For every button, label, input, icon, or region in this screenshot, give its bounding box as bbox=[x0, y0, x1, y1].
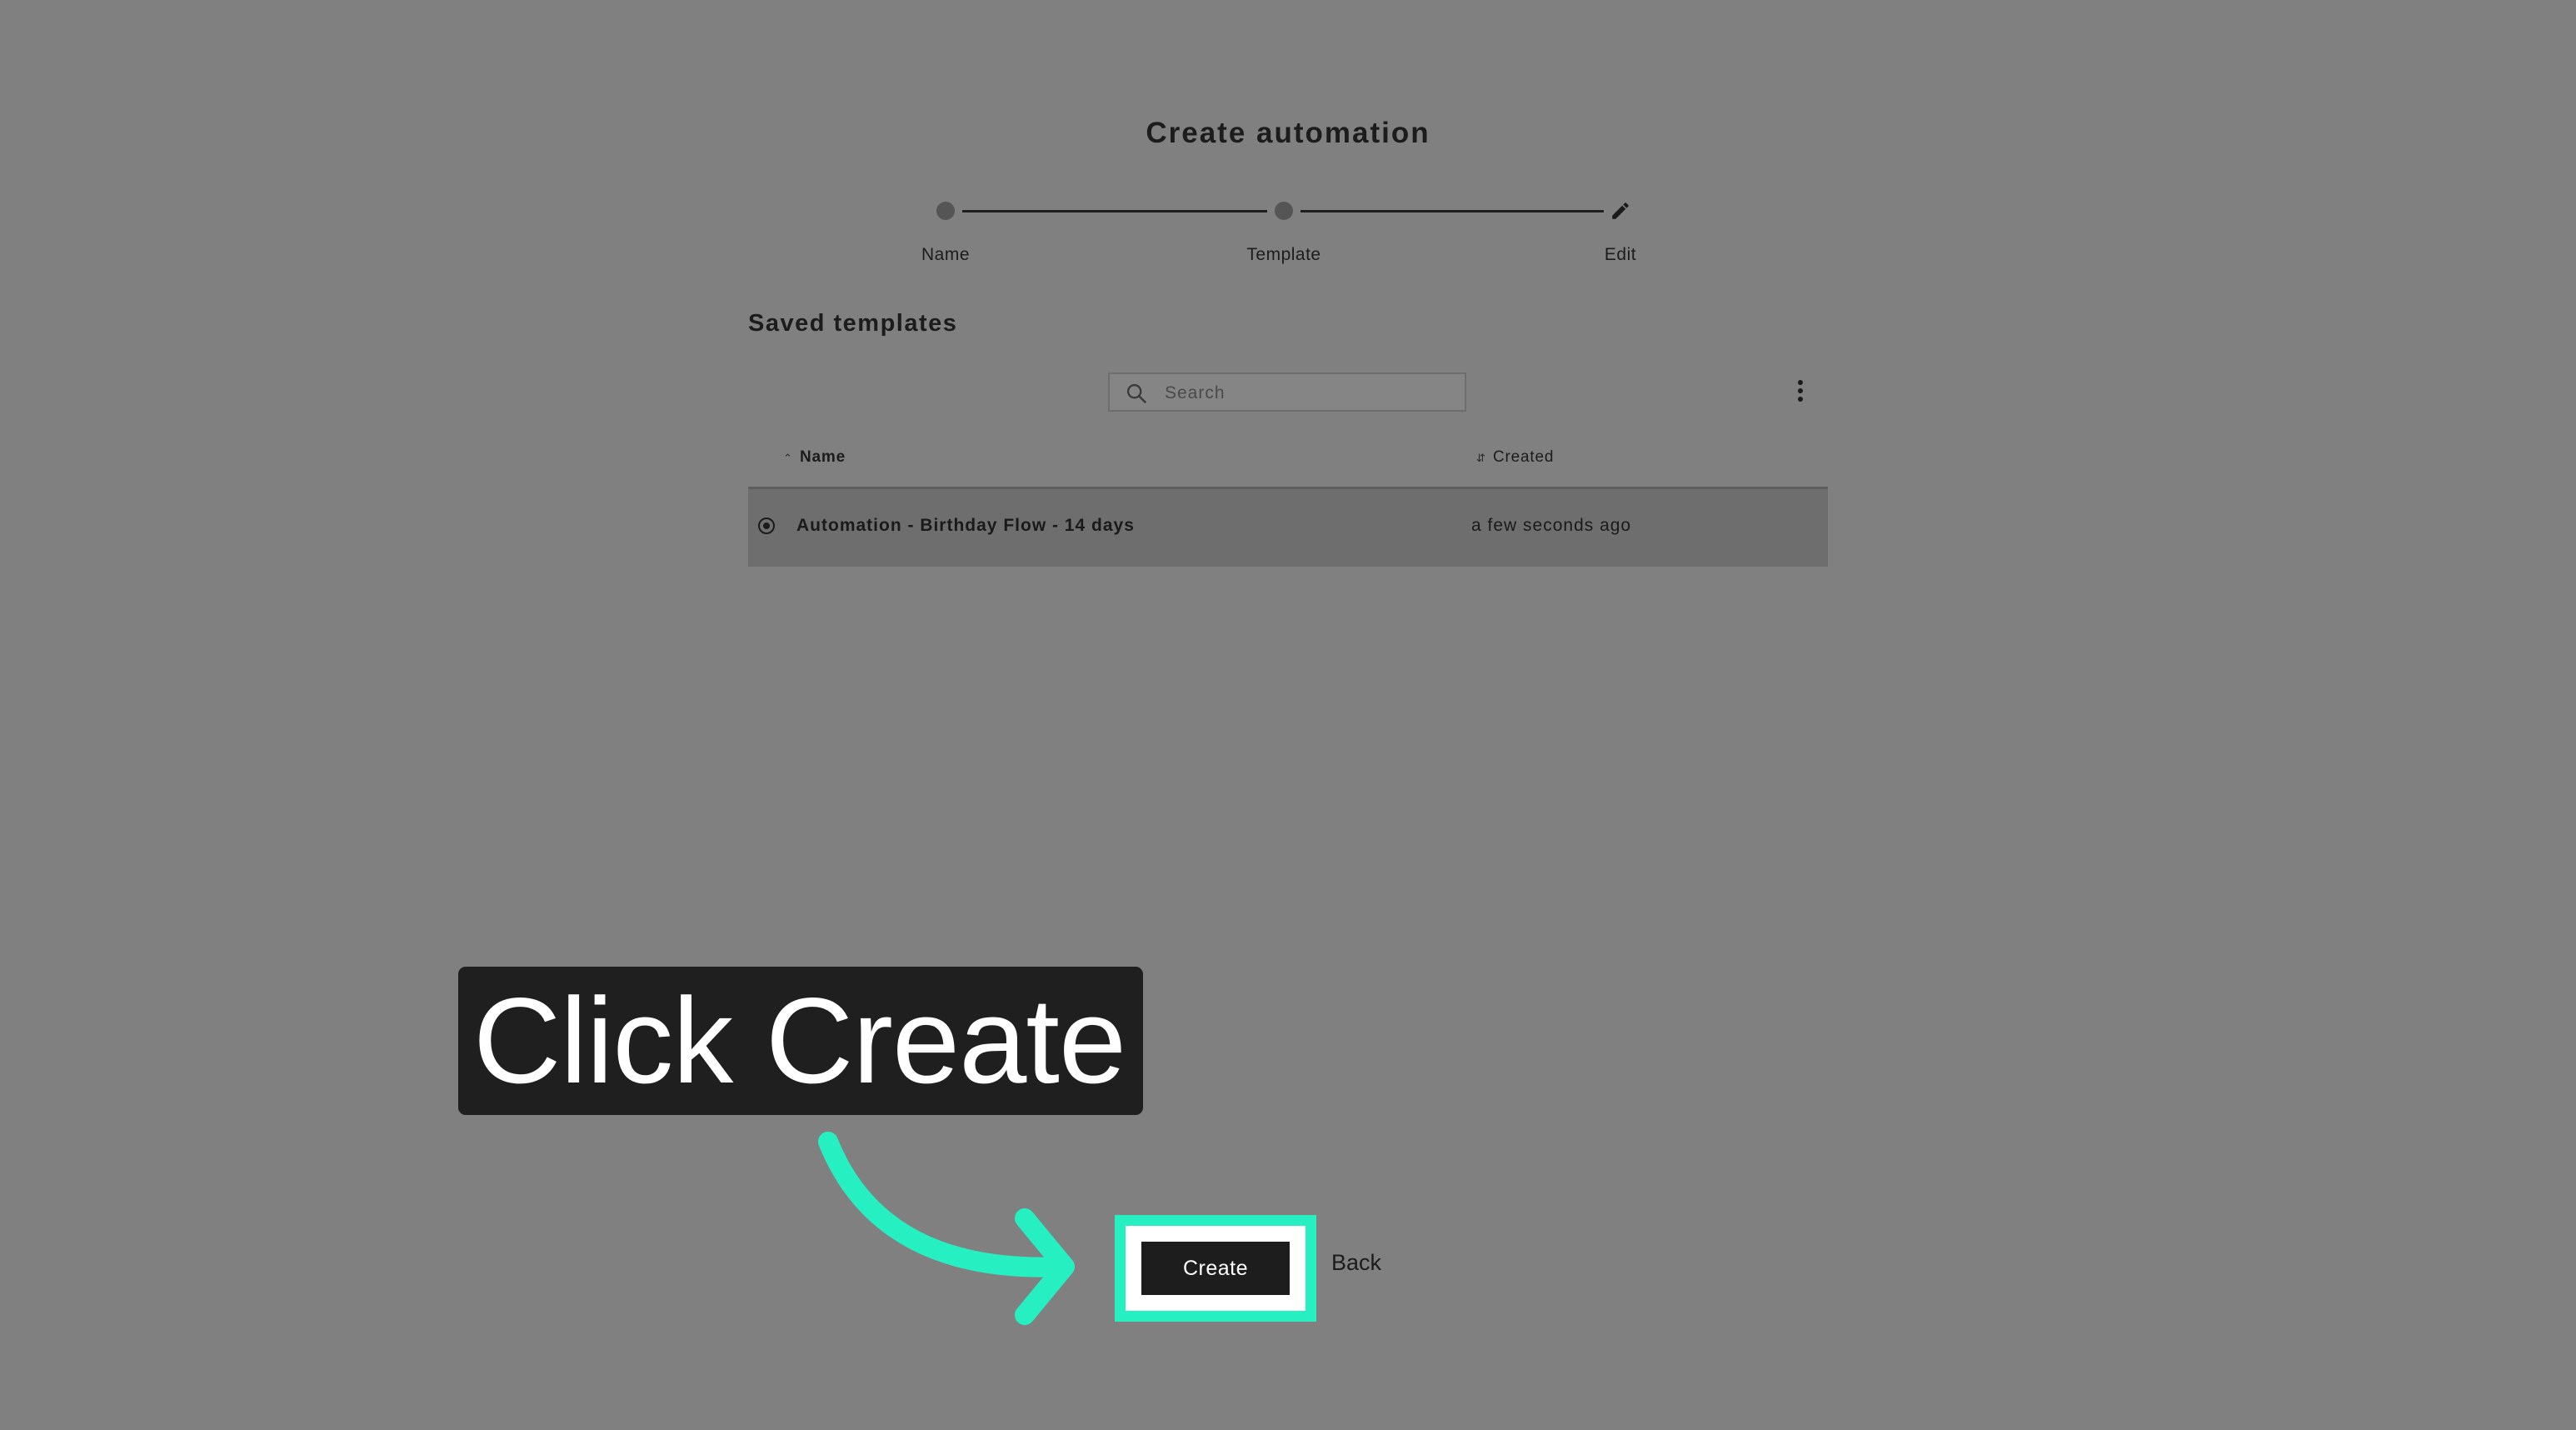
back-button[interactable]: Back bbox=[1331, 1250, 1381, 1276]
row-name: Automation - Birthday Flow - 14 days bbox=[796, 516, 1135, 535]
step-label-name: Name bbox=[921, 245, 971, 264]
step-label-template: Template bbox=[1246, 245, 1321, 264]
search-field[interactable] bbox=[1108, 372, 1466, 412]
page-title: Create automation bbox=[1146, 117, 1430, 149]
create-button[interactable]: Create bbox=[1141, 1242, 1290, 1295]
step-label-edit: Edit bbox=[1604, 245, 1637, 264]
tutorial-arrow-icon bbox=[818, 1132, 1075, 1325]
step-dot-name bbox=[936, 202, 955, 220]
step-connector bbox=[1300, 210, 1604, 212]
sort-unsorted-icon[interactable]: ⇵ bbox=[1476, 452, 1485, 465]
table-row[interactable]: Automation - Birthday Flow - 14 days a f… bbox=[748, 487, 1828, 567]
row-radio-selected[interactable] bbox=[758, 518, 775, 534]
step-connector bbox=[962, 210, 1267, 212]
search-icon bbox=[1126, 383, 1146, 403]
pencil-icon bbox=[1612, 202, 1629, 219]
tutorial-callout-text: Click Create bbox=[473, 972, 1126, 1108]
stepper: Name Template Edit bbox=[833, 192, 1750, 275]
row-created: a few seconds ago bbox=[1471, 516, 1632, 535]
search-input[interactable] bbox=[1163, 379, 1450, 408]
more-options-icon[interactable] bbox=[1791, 380, 1810, 407]
create-button-highlight: Create bbox=[1115, 1215, 1316, 1322]
sort-ascending-icon[interactable]: ⌃ bbox=[783, 452, 792, 465]
column-header-name[interactable]: Name bbox=[800, 448, 846, 467]
tutorial-callout: Click Create bbox=[458, 967, 1143, 1115]
column-header-created[interactable]: Created bbox=[1493, 448, 1554, 467]
section-title: Saved templates bbox=[748, 310, 958, 337]
step-dot-template bbox=[1275, 202, 1293, 220]
